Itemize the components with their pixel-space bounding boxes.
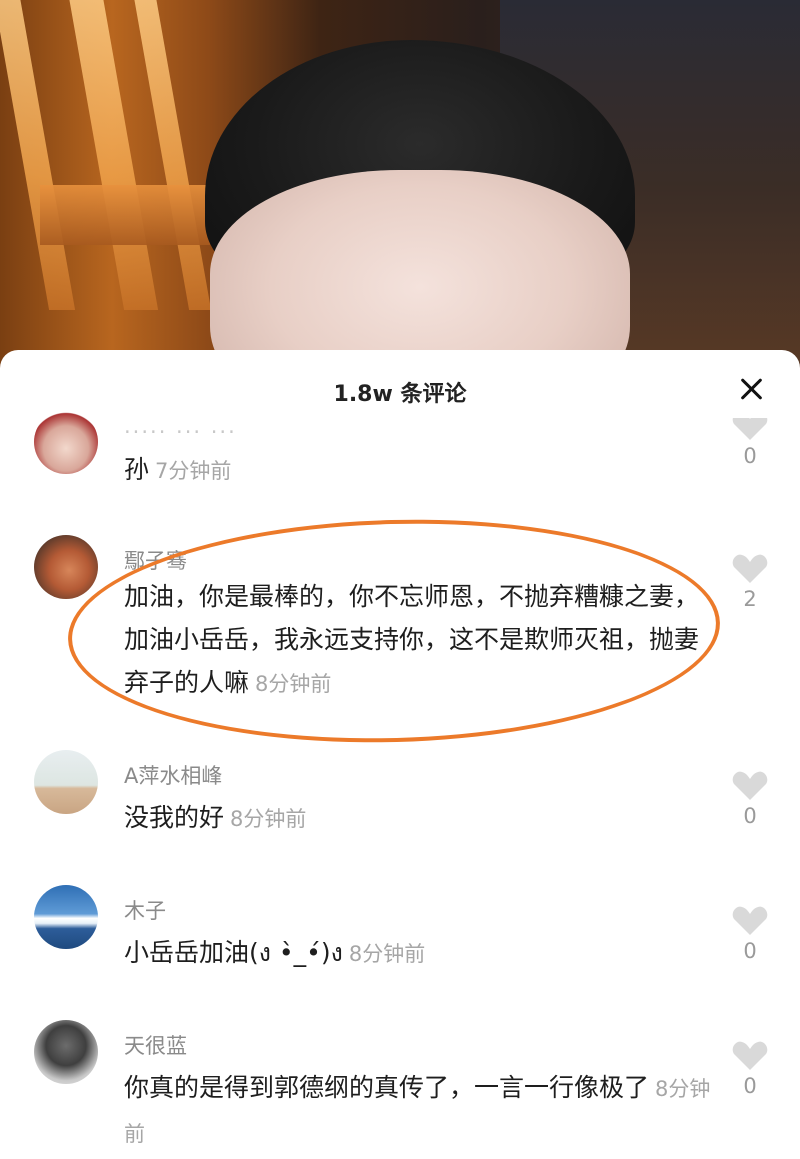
comment-username[interactable]: 天很蓝 [124, 1030, 187, 1060]
comment-time: 8分钟前 [230, 807, 307, 831]
comment-text: 孙 [124, 455, 150, 484]
comment-content: 加油，你是最棒的，你不忘师恩，不抛弃糟糠之妻，加油小岳岳，我永远支持你，这不是欺… [124, 575, 714, 706]
avatar[interactable] [34, 750, 98, 814]
comment-text: 小岳岳加油(ง •̀_•́)ง [124, 938, 343, 967]
comment-username[interactable]: 木子 [124, 895, 166, 925]
like-button[interactable]: 0 [730, 1038, 770, 1098]
like-count: 0 [743, 1074, 757, 1098]
close-icon[interactable] [736, 374, 766, 404]
like-button[interactable]: 0 [730, 903, 770, 963]
heart-icon [732, 771, 768, 800]
comment-content: 没我的好 8分钟前 [124, 796, 714, 841]
heart-icon [732, 1041, 768, 1070]
comment-text: 加油，你是最棒的，你不忘师恩，不抛弃糟糠之妻，加油小岳岳，我永远支持你，这不是欺… [124, 582, 700, 697]
wall-light-stripe [0, 0, 76, 310]
avatar[interactable] [34, 1020, 98, 1084]
video-background [0, 0, 800, 380]
avatar[interactable] [34, 885, 98, 949]
comment-username[interactable]: A萍水相峰 [124, 760, 222, 790]
comment-item: 鄢子骞 加油，你是最棒的，你不忘师恩，不抛弃糟糠之妻，加油小岳岳，我永远支持你，… [0, 535, 800, 715]
like-button[interactable]: 0 [730, 768, 770, 828]
like-count: 0 [743, 444, 757, 468]
comment-username[interactable]: 鄢子骞 [124, 545, 187, 575]
comment-time: 8分钟前 [255, 672, 332, 696]
like-button[interactable]: 2 [730, 551, 770, 611]
like-button[interactable]: 0 [730, 418, 770, 468]
comment-count-title: 1.8w 条评论 [333, 382, 467, 407]
comment-content: 小岳岳加油(ง •̀_•́)ง 8分钟前 [124, 931, 714, 976]
comment-content: 孙 7分钟前 [124, 448, 714, 493]
heart-icon [732, 906, 768, 935]
heart-icon [732, 554, 768, 583]
comment-username[interactable]: ····· ··· ··· [124, 420, 237, 444]
like-count: 2 [743, 587, 757, 611]
comment-sheet-header: 1.8w 条评论 [0, 350, 800, 430]
person-face [210, 170, 630, 380]
comment-text: 你真的是得到郭德纲的真传了，一言一行像极了 [124, 1073, 650, 1102]
like-count: 0 [743, 804, 757, 828]
comment-text: 没我的好 [124, 803, 225, 832]
avatar[interactable] [34, 410, 98, 474]
wall-shelf [40, 185, 210, 245]
comment-item: 木子 小岳岳加油(ง •̀_•́)ง 8分钟前 0 [0, 885, 800, 995]
comment-content: 你真的是得到郭德纲的真传了，一言一行像极了 8分钟前 [124, 1066, 714, 1156]
comment-item: A萍水相峰 没我的好 8分钟前 0 [0, 750, 800, 860]
like-count: 0 [743, 939, 757, 963]
comment-item: 天很蓝 你真的是得到郭德纲的真传了，一言一行像极了 8分钟前 0 [0, 1020, 800, 1159]
avatar[interactable] [34, 535, 98, 599]
comment-item: ····· ··· ··· 孙 7分钟前 0 [0, 410, 800, 500]
comment-sheet: 1.8w 条评论 ····· ··· ··· 孙 7分钟前 0 鄢子骞 加油，你是… [0, 350, 800, 1159]
comment-time: 7分钟前 [155, 459, 232, 483]
heart-icon [732, 418, 768, 440]
comment-time: 8分钟前 [348, 942, 426, 966]
